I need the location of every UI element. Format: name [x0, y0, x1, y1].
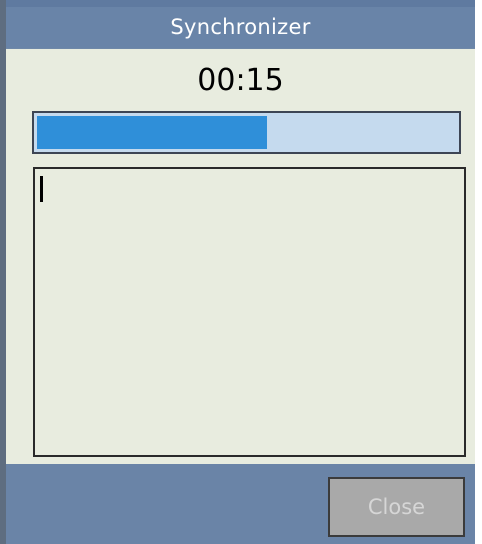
window-right-edge [475, 0, 482, 544]
progress-bar-fill [37, 116, 267, 149]
synchronizer-dialog: Synchronizer 00:15 Close [6, 0, 475, 544]
window-title: Synchronizer [170, 15, 311, 39]
close-button[interactable]: Close [328, 477, 465, 537]
footer-bar: Close [6, 464, 475, 544]
log-text-area[interactable] [33, 167, 466, 457]
progress-bar [32, 111, 461, 154]
title-bar-top-strip [6, 0, 475, 7]
text-caret [40, 176, 43, 202]
title-bar: Synchronizer [6, 0, 475, 49]
elapsed-time: 00:15 [197, 63, 284, 98]
